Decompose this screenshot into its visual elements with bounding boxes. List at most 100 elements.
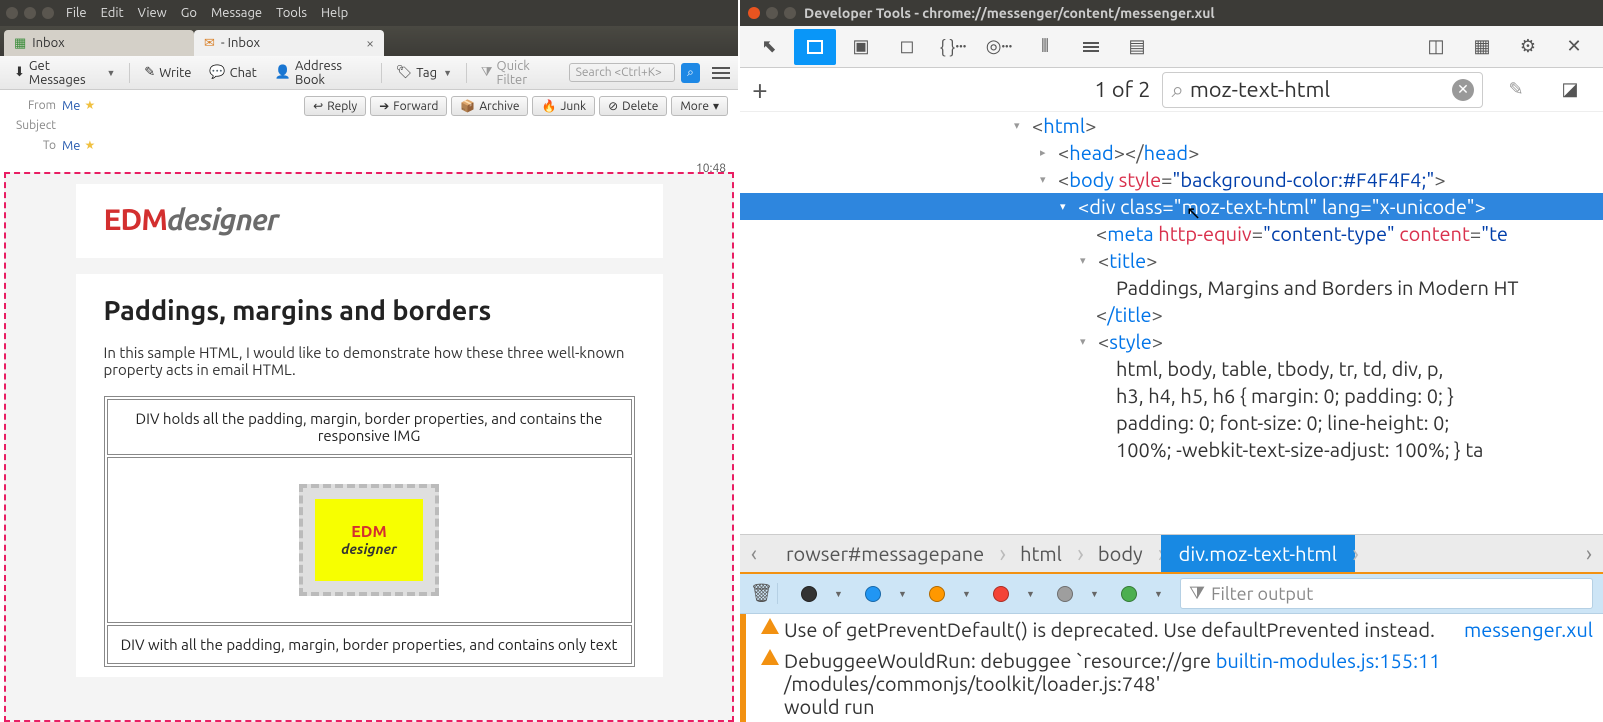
twisty-icon[interactable]: ▾ [1014, 119, 1028, 132]
close-icon[interactable] [6, 7, 18, 19]
clear-icon[interactable]: ✕ [1452, 79, 1474, 101]
chevron-down-icon[interactable]: ▼ [962, 589, 976, 599]
crumb-item[interactable]: rowser#messagepane [768, 535, 1002, 572]
filter-output-input[interactable]: ⧩Filter output [1180, 578, 1593, 609]
dom-node[interactable]: ▾<body style="background-color:#F4F4F4;"… [740, 166, 1603, 193]
inspector-tab[interactable] [794, 29, 836, 65]
hamburger-icon[interactable] [712, 67, 730, 79]
table-cell: DIV with all the padding, margin, border… [107, 625, 632, 664]
quick-filter-button[interactable]: ⧩Quick Filter [475, 56, 563, 90]
menu-go[interactable]: Go [181, 6, 197, 20]
star-icon[interactable]: ★ [84, 96, 95, 116]
dom-text[interactable]: Paddings, Margins and Borders in Modern … [740, 274, 1603, 301]
dom-node[interactable]: <meta http-equiv="content-type" content=… [740, 220, 1603, 247]
filter-js[interactable] [916, 580, 958, 608]
chevron-down-icon[interactable]: ▼ [1154, 589, 1168, 599]
menu-edit[interactable]: Edit [101, 6, 124, 20]
close-devtools-button[interactable]: ✕ [1553, 29, 1595, 65]
junk-button[interactable]: 🔥Junk [532, 96, 595, 116]
search-go-button[interactable]: ⌕ [681, 63, 699, 83]
twisty-icon[interactable]: ▾ [1080, 254, 1094, 267]
maximize-icon[interactable] [784, 7, 796, 19]
crumb-prev[interactable]: ‹ [740, 541, 768, 566]
picker-tab[interactable]: ⬉ [748, 29, 790, 65]
dom-node[interactable]: ▾<style> [740, 328, 1603, 355]
message-source[interactable]: builtin-modules.js:155:11 [1216, 649, 1441, 672]
dom-node[interactable]: ▸<head></head> [740, 139, 1603, 166]
from-value[interactable]: Me [62, 96, 80, 116]
chevron-down-icon[interactable]: ▼ [834, 589, 848, 599]
menu-message[interactable]: Message [211, 6, 262, 20]
dom-node[interactable]: ▾<html> [740, 112, 1603, 139]
to-label: To [10, 136, 56, 156]
clear-console-button[interactable]: 🗑 [750, 583, 778, 604]
delete-button[interactable]: ⊘Delete [599, 96, 667, 116]
reply-button[interactable]: ↩Reply [304, 96, 366, 116]
crumb-item[interactable]: html [1002, 535, 1080, 572]
filter-server[interactable] [1108, 580, 1150, 608]
dom-node[interactable]: </title> [740, 301, 1603, 328]
message-source[interactable]: messenger.xul [1464, 618, 1593, 641]
menu-tools[interactable]: Tools [276, 6, 307, 20]
forward-button[interactable]: ➔Forward [370, 96, 447, 116]
minimize-icon[interactable] [24, 7, 36, 19]
tab-message[interactable]: ✉ - Inbox × [194, 30, 384, 56]
search-input[interactable]: ⌕ moz-text-html ✕ [1162, 72, 1483, 108]
dom-text[interactable]: h3, h4, h5, h6 { margin: 0; padding: 0; … [740, 382, 1603, 409]
chat-button[interactable]: 💬Chat [203, 62, 262, 83]
write-button[interactable]: ✎Write [138, 62, 197, 83]
network-tab[interactable] [1070, 29, 1112, 65]
storage-tab[interactable]: ▤ [1116, 29, 1158, 65]
tab-inbox[interactable]: ▦ Inbox [4, 30, 194, 56]
dom-text[interactable]: html, body, table, tbody, tr, td, div, p… [740, 355, 1603, 382]
console-message[interactable]: Use of getPreventDefault() is deprecated… [740, 614, 1603, 645]
minimize-icon[interactable] [766, 7, 778, 19]
console-tab[interactable]: ▣ [840, 29, 882, 65]
menu-view[interactable]: View [138, 6, 167, 20]
filter-net[interactable] [788, 580, 830, 608]
filter-security[interactable] [980, 580, 1022, 608]
label: Reply [327, 100, 357, 113]
address-book-button[interactable]: 👤Address Book [269, 56, 373, 90]
filter-css[interactable] [852, 580, 894, 608]
dock-side-button[interactable]: ◫ [1415, 29, 1457, 65]
chevron-down-icon[interactable]: ▼ [1090, 589, 1104, 599]
crumb-next[interactable]: › [1575, 541, 1603, 566]
close-icon[interactable]: × [366, 35, 374, 51]
twisty-icon[interactable]: ▾ [1040, 173, 1054, 186]
edit-html-button[interactable]: ✎ [1495, 72, 1537, 108]
add-node-button[interactable]: + [752, 74, 768, 105]
style-tab[interactable]: { }••• [932, 29, 974, 65]
get-messages-button[interactable]: ⬇Get Messages▼ [8, 56, 121, 90]
twisty-icon[interactable]: ▾ [1080, 335, 1094, 348]
dom-node[interactable]: ▾<title> [740, 247, 1603, 274]
close-icon[interactable] [748, 7, 760, 19]
twisty-icon[interactable]: ▸ [1040, 146, 1054, 159]
grid-button[interactable]: ▦ [1461, 29, 1503, 65]
maximize-icon[interactable] [42, 7, 54, 19]
eyedropper-button[interactable]: ◪ [1549, 72, 1591, 108]
settings-button[interactable]: ⚙ [1507, 29, 1549, 65]
crumb-item-selected[interactable]: div.moz-text-html [1161, 535, 1355, 572]
to-value[interactable]: Me [62, 136, 80, 156]
menu-help[interactable]: Help [321, 6, 348, 20]
archive-button[interactable]: 📦Archive [451, 96, 528, 116]
menu-file[interactable]: File [66, 6, 87, 20]
search-input[interactable]: Search <Ctrl+K> [569, 63, 676, 82]
performance-tab[interactable]: ◎••• [978, 29, 1020, 65]
dom-tree[interactable]: ↖ ▾<html> ▸<head></head> ▾<body style="b… [740, 112, 1603, 534]
dom-text[interactable]: 100%; -webkit-text-size-adjust: 100%; } … [740, 436, 1603, 463]
debugger-tab[interactable]: ◻ [886, 29, 928, 65]
memory-tab[interactable]: ⫴ [1024, 29, 1066, 65]
tag-button[interactable]: 🏷Tag▼ [390, 62, 458, 83]
dom-node-selected[interactable]: ▾<div class="moz-text-html" lang="x-unic… [740, 193, 1603, 220]
chevron-down-icon[interactable]: ▼ [898, 589, 912, 599]
more-button[interactable]: More▾ [671, 96, 728, 116]
twisty-icon[interactable]: ▾ [1060, 200, 1074, 213]
dom-text[interactable]: padding: 0; font-size: 0; line-height: 0… [740, 409, 1603, 436]
star-icon[interactable]: ★ [84, 136, 95, 156]
filter-logging[interactable] [1044, 580, 1086, 608]
crumb-item[interactable]: body [1080, 535, 1161, 572]
chevron-down-icon[interactable]: ▼ [1026, 589, 1040, 599]
console-message[interactable]: DebuggeeWouldRun: debuggee `resource://g… [740, 645, 1603, 722]
